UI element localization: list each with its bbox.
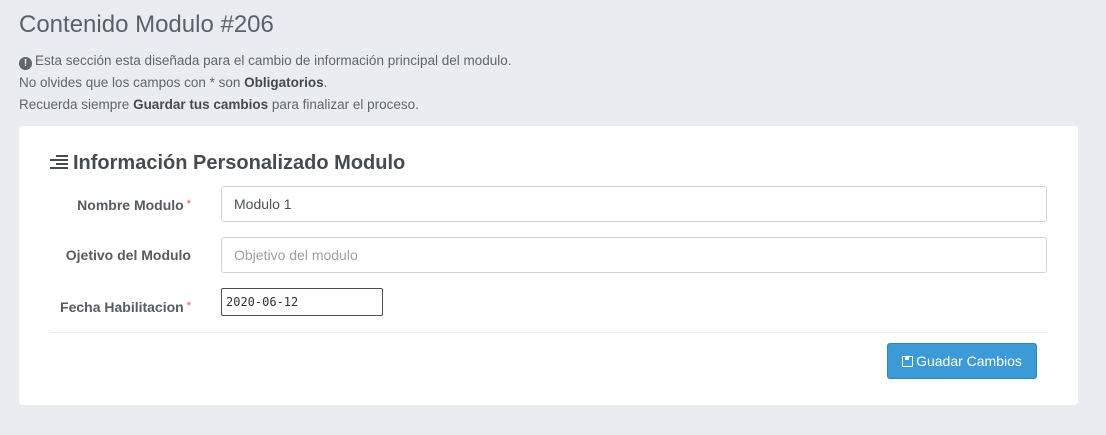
instruction-text-1: Esta sección esta diseñada para el cambi… <box>35 53 512 68</box>
save-changes-button[interactable]: Guadar Cambios <box>887 343 1037 379</box>
form-divider <box>50 332 1047 333</box>
instruction-bold-obligatorios: Obligatorios <box>244 75 324 90</box>
objetivo-label: Ojetivo del Modulo <box>66 237 191 273</box>
list-icon <box>50 154 68 170</box>
instruction-text-3: Recuerda siempre <box>19 97 134 112</box>
card-title-text: Información Personalizado Modulo <box>73 152 406 174</box>
form-row-objetivo: Ojetivo del Modulo <box>19 237 1078 273</box>
info-circle-icon: ! <box>19 57 32 70</box>
fecha-label: Fecha Habilitacion * <box>60 288 191 325</box>
instruction-line-3: Recuerda siempre Guardar tus cambios par… <box>19 94 512 116</box>
instruction-bold-guardar: Guardar tus cambios <box>133 97 269 112</box>
instruction-line-1: ! Esta sección esta diseñada para el camb… <box>19 50 512 72</box>
nombre-modulo-input[interactable] <box>221 186 1047 222</box>
page-title: Contenido Modulo #206 <box>19 11 274 38</box>
form-row-nombre: Nombre Modulo * <box>19 186 1078 222</box>
instruction-line-2: No olvides que los campos con * son Obli… <box>19 72 512 94</box>
module-info-card: Información Personalizado Modulo Nombre … <box>19 126 1078 405</box>
objetivo-modulo-input[interactable] <box>221 237 1047 273</box>
form-row-fecha: Fecha Habilitacion * <box>19 288 1078 324</box>
card-title: Información Personalizado Modulo <box>50 150 405 176</box>
instructions: ! Esta sección esta diseñada para el camb… <box>19 50 512 116</box>
instruction-text-2-end: . <box>323 75 328 90</box>
page: Contenido Modulo #206 ! Esta sección esta… <box>0 0 1106 435</box>
nombre-label: Nombre Modulo * <box>77 186 191 223</box>
required-marker: * <box>186 300 191 312</box>
nombre-label-text: Nombre Modulo <box>77 197 184 213</box>
fecha-label-text: Fecha Habilitacion <box>60 299 184 315</box>
save-button-label: Guadar Cambios <box>916 353 1022 369</box>
required-marker: * <box>186 198 191 210</box>
instruction-text-3-end: para finalizar el proceso. <box>268 97 419 112</box>
fecha-habilitacion-input[interactable] <box>221 288 383 316</box>
objetivo-label-text: Ojetivo del Modulo <box>65 247 191 263</box>
floppy-disk-icon <box>902 356 914 367</box>
instruction-text-2: No olvides que los campos con * son <box>19 75 245 90</box>
